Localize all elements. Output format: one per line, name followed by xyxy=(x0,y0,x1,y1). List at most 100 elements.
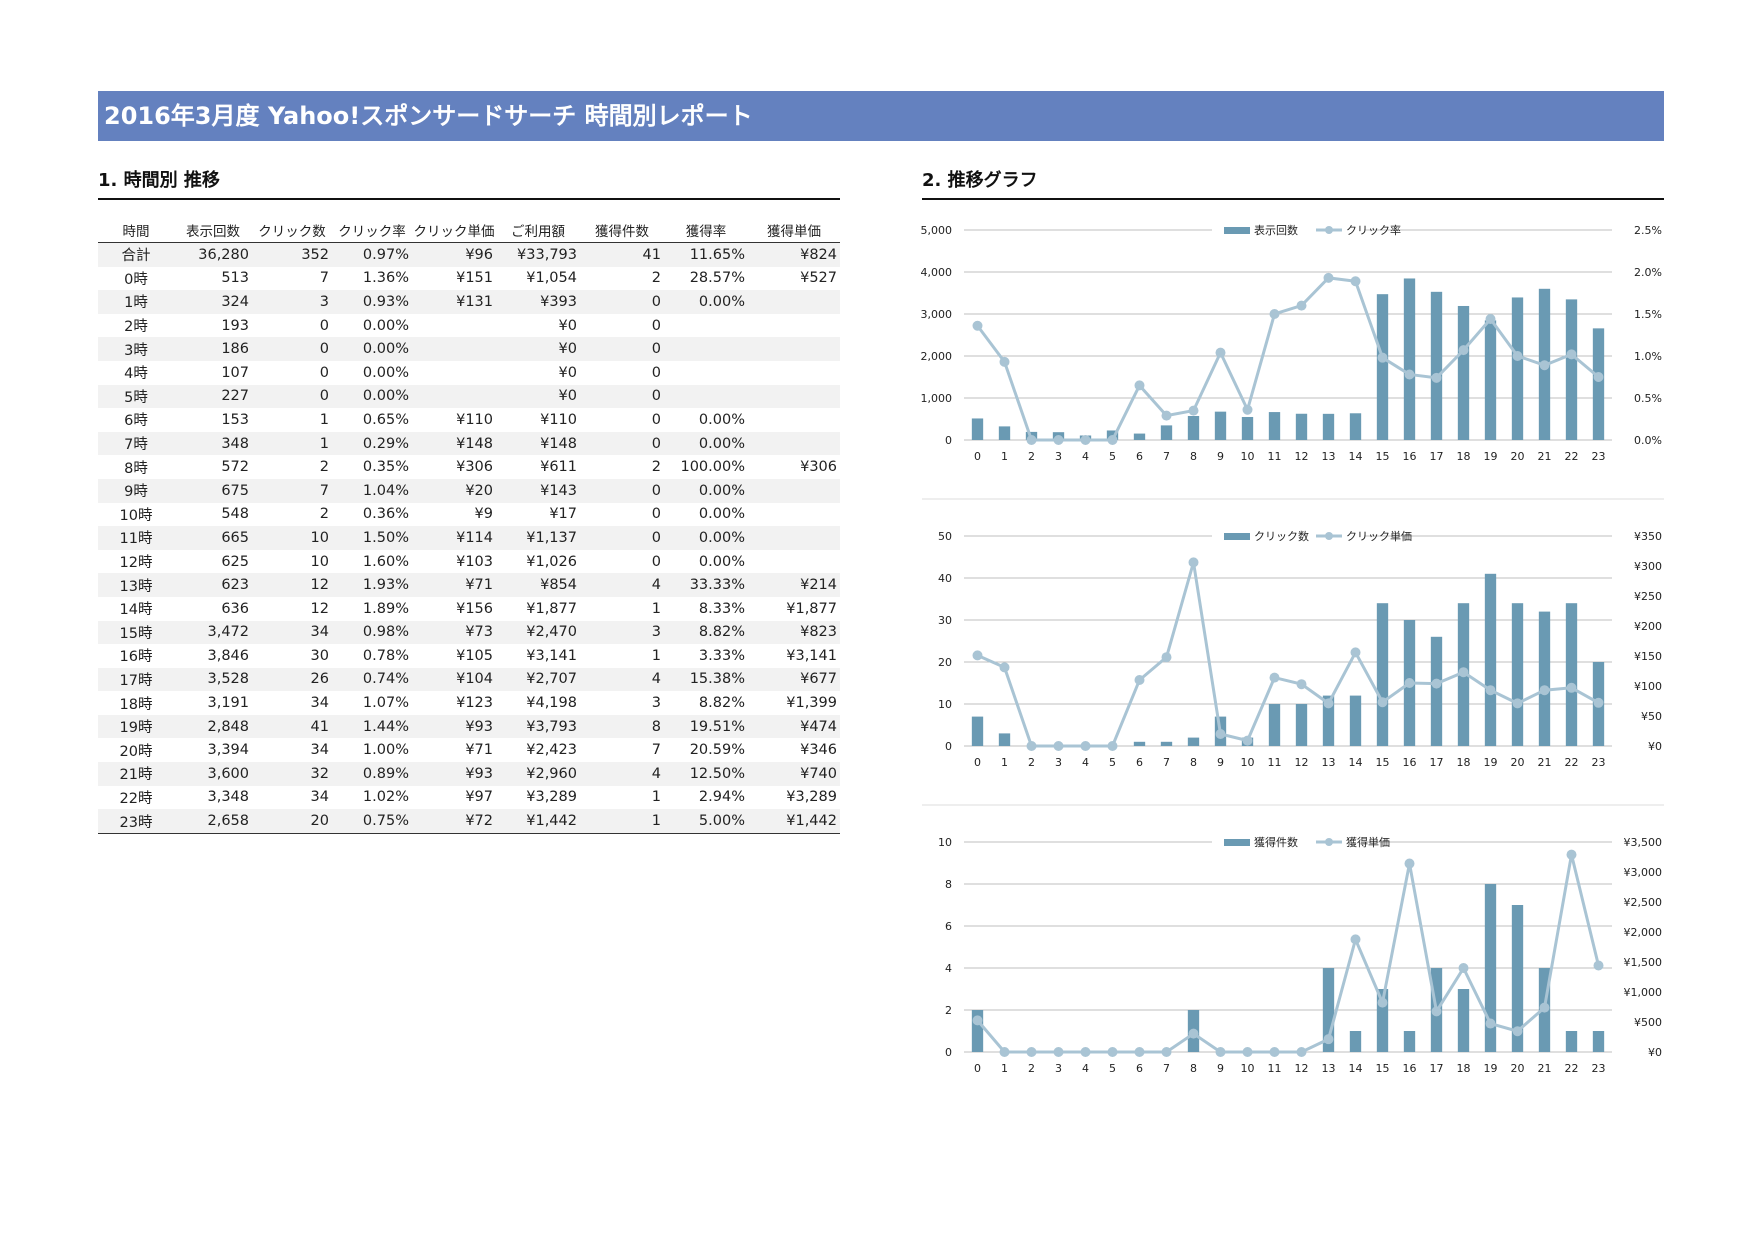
line-point xyxy=(1539,1002,1550,1013)
cell-cost: ¥3,289 xyxy=(526,789,577,806)
cell-cpa: ¥824 xyxy=(748,242,840,267)
line-point xyxy=(1377,352,1388,363)
bar xyxy=(1187,415,1200,440)
x-tick-label: 20 xyxy=(1511,1062,1525,1075)
cell-hour: 21時 xyxy=(98,762,174,786)
cell-cpa xyxy=(748,478,840,503)
legend-label: クリック単価 xyxy=(1346,529,1412,543)
x-tick-label: 10 xyxy=(1241,450,1255,463)
line-point xyxy=(1188,1028,1199,1039)
bar xyxy=(1214,411,1227,440)
x-tick-label: 2 xyxy=(1028,1062,1035,1075)
cell-impressions: 625 xyxy=(221,553,249,570)
y-tick-label-right: ¥100 xyxy=(1634,680,1662,693)
bar xyxy=(1484,320,1497,440)
cell-conversions: 3 xyxy=(580,620,664,645)
cell-clicks: 1 xyxy=(252,431,332,456)
line-point xyxy=(1053,1047,1064,1057)
x-tick-label: 17 xyxy=(1430,450,1444,463)
line-point xyxy=(1053,435,1064,445)
cell-hour: 13時 xyxy=(98,573,174,597)
x-tick-label: 12 xyxy=(1295,756,1309,769)
column-header-impressions: 表示回数 xyxy=(174,218,252,243)
y-tick-label-right: ¥50 xyxy=(1641,710,1662,723)
line-point xyxy=(1026,1047,1037,1057)
line-point xyxy=(1080,741,1091,751)
x-tick-label: 20 xyxy=(1511,756,1525,769)
bar xyxy=(1565,603,1578,746)
x-tick-label: 9 xyxy=(1217,450,1224,463)
cell-cpc: ¥156 xyxy=(456,600,493,617)
cell-impressions: 2,848 xyxy=(174,714,252,739)
cell-cvr: 3.33% xyxy=(698,647,745,664)
y-tick-label-right: ¥300 xyxy=(1634,560,1662,573)
cell-hour: 15時 xyxy=(98,620,174,645)
table-row: 13時 623 12 1.93% ¥71 ¥854 4 33.33% ¥214 xyxy=(98,573,840,597)
cell-cpc: ¥71 xyxy=(465,742,493,759)
line-point xyxy=(999,662,1010,673)
bar xyxy=(1592,328,1605,440)
cell-conversions: 0 xyxy=(580,337,664,361)
cell-ctr: 0.29% xyxy=(332,431,412,456)
series-line xyxy=(976,276,1600,442)
cell-cpc: ¥148 xyxy=(412,431,496,456)
bar xyxy=(1349,413,1362,440)
line-point xyxy=(1458,345,1469,356)
column-header-cost: ご利用額 xyxy=(496,218,580,243)
cell-clicks: 0 xyxy=(252,337,332,361)
bar xyxy=(1565,1031,1578,1052)
x-tick-label: 10 xyxy=(1241,756,1255,769)
table-row: 22時 3,348 34 1.02% ¥97 ¥3,289 1 2.94% ¥3,289 xyxy=(98,786,840,810)
table-row: 4時 107 0 0.00% ¥0 0 xyxy=(98,361,840,385)
y-tick-label-right: ¥3,000 xyxy=(1624,866,1663,879)
line-point xyxy=(1350,934,1361,945)
cell-ctr: 0.00% xyxy=(332,384,412,409)
line-point xyxy=(1188,557,1199,568)
line-point xyxy=(1431,372,1442,383)
x-tick-label: 21 xyxy=(1538,756,1552,769)
y-tick-label-left: 3,000 xyxy=(921,308,953,321)
table-row: 23時 2,658 20 0.75% ¥72 ¥1,442 1 5.00% ¥1,442 xyxy=(98,809,840,834)
line-point xyxy=(1161,410,1172,421)
x-tick-label: 1 xyxy=(1001,450,1008,463)
table-row: 16時 3,846 30 0.78% ¥105 ¥3,141 1 3.33% ¥3,141 xyxy=(98,644,840,668)
line-point xyxy=(1323,272,1334,283)
table-header-row: 時間 表示回数 クリック数 クリック率 クリック単価 ご利用額 獲得件数 獲得率 獲得単価 xyxy=(98,218,840,243)
cell-impressions: 227 xyxy=(174,384,252,409)
cell-cost: ¥1,877 xyxy=(526,600,577,617)
cell-ctr: 1.89% xyxy=(362,600,409,617)
cell-ctr: 0.89% xyxy=(332,762,412,786)
cell-cost: ¥0 xyxy=(496,384,580,409)
cell-clicks: 12 xyxy=(252,573,332,597)
table-row: 19時 2,848 41 1.44% ¥93 ¥3,793 8 19.51% ¥474 xyxy=(98,714,840,739)
cell-impressions: 3,846 xyxy=(207,647,249,664)
x-tick-label: 8 xyxy=(1190,1062,1197,1075)
x-tick-label: 12 xyxy=(1295,450,1309,463)
cell-clicks: 2 xyxy=(319,506,329,523)
cell-clicks: 0 xyxy=(319,317,329,334)
bar xyxy=(1403,1031,1416,1052)
cell-clicks: 20 xyxy=(252,809,332,834)
y-tick-label-left: 8 xyxy=(945,878,952,891)
line-point xyxy=(1134,380,1145,391)
y-tick-label-right: ¥150 xyxy=(1634,650,1662,663)
bar xyxy=(998,426,1011,440)
table-row: 8時 572 2 0.35% ¥306 ¥611 2 100.00% ¥306 xyxy=(98,455,840,479)
section-heading-table: 1. 時間別 推移 xyxy=(98,166,840,200)
cell-clicks: 7 xyxy=(252,478,332,503)
x-tick-label: 8 xyxy=(1190,756,1197,769)
table-row: 12時 625 10 1.60% ¥103 ¥1,026 0 0.00% xyxy=(98,550,840,574)
cell-cvr: 8.82% xyxy=(664,620,748,645)
cell-hour: 14時 xyxy=(119,602,153,619)
cell-conversions: 0 xyxy=(580,384,664,409)
cell-hour: 11時 xyxy=(98,526,174,550)
cell-hour: 22時 xyxy=(119,790,153,807)
table-row: 0時 513 7 1.36% ¥151 ¥1,054 2 28.57% ¥527 xyxy=(98,267,840,291)
cell-cvr: 20.59% xyxy=(689,742,745,759)
y-tick-label-left: 0 xyxy=(945,434,952,447)
cell-ctr: 0.75% xyxy=(332,809,412,834)
x-tick-label: 11 xyxy=(1268,450,1282,463)
cell-impressions: 636 xyxy=(221,600,249,617)
line-point xyxy=(1566,349,1577,360)
y-tick-label-left: 10 xyxy=(938,836,952,849)
